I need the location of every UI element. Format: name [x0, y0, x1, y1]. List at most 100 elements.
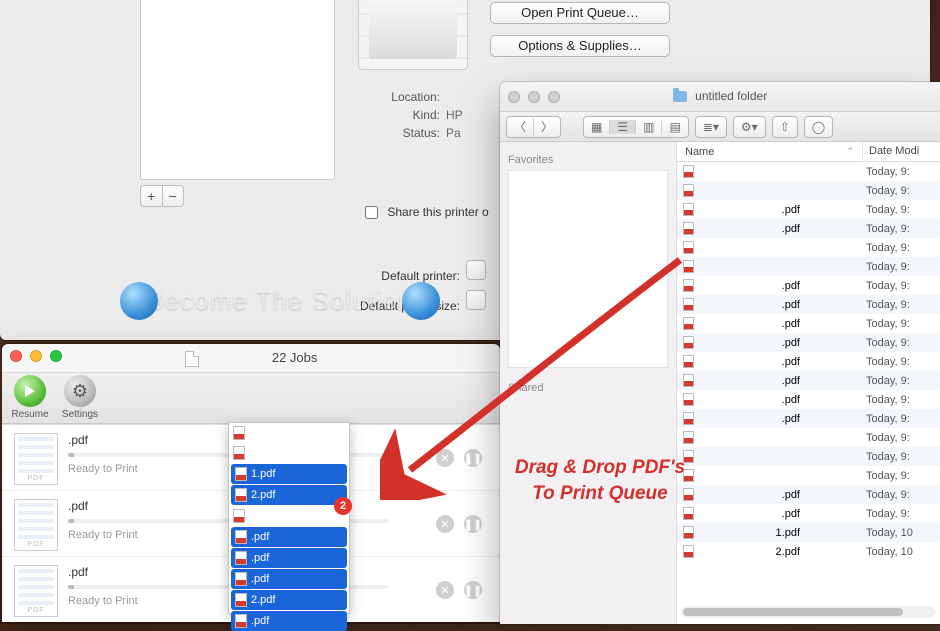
file-row[interactable]: .pdfToday, 9:	[677, 390, 940, 409]
pdf-icon	[683, 469, 694, 482]
file-row[interactable]: Today, 9:	[677, 428, 940, 447]
file-date: Today, 9:	[862, 432, 940, 444]
share-printer-label: Share this printer o	[387, 205, 488, 219]
pdf-icon	[233, 446, 245, 460]
status-label: Status:	[370, 126, 440, 140]
file-name: .pdf	[700, 413, 800, 425]
default-paper-select[interactable]	[466, 290, 486, 310]
arrange-menu[interactable]: ≣▾	[695, 116, 727, 138]
column-date[interactable]: Date Modi	[862, 142, 940, 161]
printer-image-icon	[358, 0, 468, 70]
file-row[interactable]: .pdfToday, 9:	[677, 409, 940, 428]
file-row[interactable]: .pdf Today, 9:	[677, 276, 940, 295]
share-printer-checkbox[interactable]	[365, 206, 378, 219]
pause-job-button[interactable]: ❚❚	[464, 449, 482, 467]
folder-icon	[673, 91, 687, 102]
shared-header: Shared	[508, 382, 668, 394]
file-date: Today, 9:	[862, 166, 940, 178]
list-header[interactable]: Name ⌃ Date Modi	[677, 142, 940, 162]
add-remove-printer[interactable]: + −	[140, 185, 184, 207]
pdf-icon	[233, 426, 245, 440]
file-date: Today, 9:	[862, 280, 940, 292]
pdf-icon	[233, 509, 245, 523]
file-row[interactable]: 1.pdfToday, 10	[677, 523, 940, 542]
default-printer-label: Default printer:	[330, 269, 460, 283]
list-view-button[interactable]: ☰	[609, 120, 635, 134]
finder-sidebar[interactable]: Favorites Shared	[500, 142, 677, 624]
pause-job-button[interactable]: ❚❚	[464, 581, 482, 599]
file-row[interactable]: .pdf Today, 9:	[677, 485, 940, 504]
pause-job-button[interactable]: ❚❚	[464, 515, 482, 533]
file-date: Today, 9:	[862, 242, 940, 254]
remove-printer-button[interactable]: −	[163, 186, 184, 206]
pdf-icon	[683, 260, 694, 273]
pdf-icon	[683, 431, 694, 444]
forward-button[interactable]: 〉	[533, 118, 560, 135]
default-paper-label: Default paper size:	[330, 299, 460, 313]
view-mode-segment[interactable]: ▦ ☰ ▥ ▤	[583, 116, 689, 138]
pdf-icon	[235, 488, 247, 502]
file-row[interactable]: 2.pdfToday, 10	[677, 542, 940, 561]
status-value: Pa	[446, 126, 461, 140]
printer-title-icon	[185, 351, 199, 367]
pdf-icon	[683, 279, 694, 292]
sidebar-favorites-list[interactable]	[508, 170, 668, 368]
file-date: Today, 9:	[862, 508, 940, 520]
column-name[interactable]: Name ⌃	[677, 142, 862, 161]
pdf-icon	[235, 551, 247, 565]
add-printer-button[interactable]: +	[141, 186, 163, 206]
cancel-job-button[interactable]: ✕	[436, 515, 454, 533]
action-menu[interactable]: ⚙▾	[733, 116, 766, 138]
horizontal-scrollbar[interactable]	[681, 606, 936, 618]
default-printer-select[interactable]	[466, 260, 486, 280]
pdf-icon	[683, 222, 694, 235]
file-date: Today, 9:	[862, 204, 940, 216]
share-printer-row[interactable]: Share this printer o	[365, 205, 489, 219]
file-name: .pdf	[700, 489, 800, 501]
pdf-icon	[235, 572, 247, 586]
tags-button[interactable]: ◯	[804, 116, 833, 138]
default-settings: Default printer: Default paper size:	[330, 260, 486, 320]
file-row[interactable]: .pdfToday, 9:	[677, 371, 940, 390]
file-row[interactable]: Today, 9:	[677, 257, 940, 276]
nav-back-forward[interactable]: 〈〉	[506, 116, 561, 138]
printer-list[interactable]	[140, 0, 335, 180]
options-supplies-button[interactable]: Options & Supplies…	[490, 35, 670, 57]
file-date: Today, 9:	[862, 337, 940, 349]
file-row[interactable]: .pdfToday, 9:	[677, 314, 940, 333]
file-date: Today, 10	[862, 546, 940, 558]
file-row[interactable]: .pdf Today, 9:	[677, 504, 940, 523]
file-name: .pdf	[700, 508, 800, 520]
settings-button[interactable]: Settings	[58, 375, 102, 420]
file-date: Today, 9:	[862, 489, 940, 501]
file-name: .pdf	[700, 280, 800, 292]
column-view-button[interactable]: ▥	[635, 120, 661, 134]
cancel-job-button[interactable]: ✕	[436, 449, 454, 467]
finder-file-list[interactable]: Name ⌃ Date Modi Today, 9:Today, 9:.pdfT…	[677, 142, 940, 624]
file-row[interactable]: .pdfToday, 9:	[677, 200, 940, 219]
file-row[interactable]: .pdfToday, 9:	[677, 352, 940, 371]
file-row[interactable]: Today, 9:	[677, 181, 940, 200]
back-button[interactable]: 〈	[507, 118, 533, 135]
file-row[interactable]: Today, 9:	[677, 447, 940, 466]
file-row[interactable]: Today, 9:	[677, 162, 940, 181]
open-print-queue-button[interactable]: Open Print Queue…	[490, 2, 670, 24]
icon-view-button[interactable]: ▦	[584, 120, 609, 134]
file-row[interactable]: Today, 9:	[677, 238, 940, 257]
finder-titlebar[interactable]: untitled folder	[500, 82, 940, 112]
pdf-icon	[683, 336, 694, 349]
pdf-icon	[683, 526, 694, 539]
share-button[interactable]: ⇧	[772, 116, 798, 138]
file-row[interactable]: Today, 9:	[677, 466, 940, 485]
file-row[interactable]: .pdfToday, 9:	[677, 333, 940, 352]
pdf-icon	[235, 593, 247, 607]
file-name: .pdf	[700, 318, 800, 330]
file-row[interactable]: .pdfToday, 9:	[677, 219, 940, 238]
file-row[interactable]: .pdfToday, 9:	[677, 295, 940, 314]
gallery-view-button[interactable]: ▤	[661, 120, 687, 134]
queue-toolbar: Resume Settings	[2, 372, 500, 424]
queue-job-count: 22 Jobs	[272, 350, 318, 365]
pdf-icon	[683, 184, 694, 197]
resume-button[interactable]: Resume	[8, 375, 52, 420]
cancel-job-button[interactable]: ✕	[436, 581, 454, 599]
